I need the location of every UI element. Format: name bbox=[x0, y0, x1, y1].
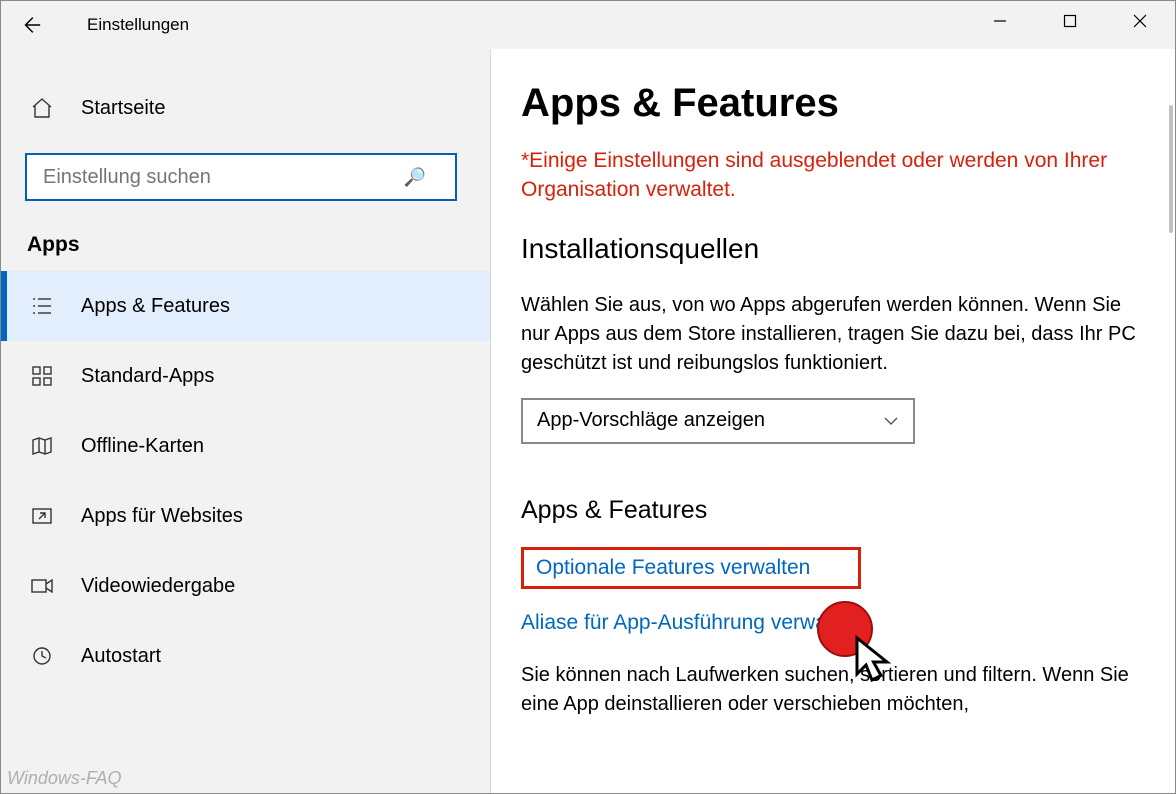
watermark: Windows-FAQ bbox=[7, 768, 122, 789]
highlight-annotation: Optionale Features verwalten bbox=[521, 547, 861, 589]
window-controls bbox=[965, 1, 1175, 41]
apps-features-description: Sie können nach Laufwerken suchen, sorti… bbox=[521, 661, 1137, 719]
list-icon bbox=[29, 293, 55, 319]
sidebar-item-apps-for-websites[interactable]: Apps für Websites bbox=[1, 481, 490, 551]
section-heading: Apps bbox=[1, 225, 490, 271]
sidebar-item-video-playback[interactable]: Videowiedergabe bbox=[1, 551, 490, 621]
window-title: Einstellungen bbox=[87, 15, 189, 35]
apps-features-heading: Apps & Features bbox=[521, 496, 1137, 525]
titlebar: Einstellungen bbox=[1, 1, 1175, 49]
home-label: Startseite bbox=[81, 97, 165, 120]
install-sources-description: Wählen Sie aus, von wo Apps abgerufen we… bbox=[521, 291, 1137, 378]
optional-features-link[interactable]: Optionale Features verwalten bbox=[536, 556, 810, 580]
sidebar-item-label: Offline-Karten bbox=[81, 435, 204, 458]
autostart-icon bbox=[29, 643, 55, 669]
content-area: Apps & Features *Einige Einstellungen si… bbox=[491, 49, 1175, 793]
close-button[interactable] bbox=[1105, 1, 1175, 41]
sidebar-item-label: Apps für Websites bbox=[81, 505, 243, 528]
install-sources-heading: Installationsquellen bbox=[521, 233, 1137, 265]
install-sources-dropdown[interactable]: App-Vorschläge anzeigen bbox=[521, 398, 915, 444]
maximize-button[interactable] bbox=[1035, 1, 1105, 41]
sidebar-item-autostart[interactable]: Autostart bbox=[1, 621, 490, 691]
page-title: Apps & Features bbox=[521, 81, 1137, 126]
chevron-down-icon bbox=[883, 413, 899, 429]
search-icon: 🔍 bbox=[404, 167, 426, 188]
search-container: 🔍 bbox=[25, 153, 466, 201]
home-link[interactable]: Startseite bbox=[1, 81, 490, 135]
sidebar-item-label: Apps & Features bbox=[81, 295, 230, 318]
home-icon bbox=[29, 95, 55, 121]
sidebar-item-offline-maps[interactable]: Offline-Karten bbox=[1, 411, 490, 481]
sidebar: Startseite 🔍 Apps Apps & Features Standa… bbox=[1, 49, 491, 793]
sidebar-item-label: Standard-Apps bbox=[81, 365, 214, 388]
org-policy-warning: *Einige Einstellungen sind ausgeblendet … bbox=[521, 146, 1131, 205]
sidebar-item-label: Autostart bbox=[81, 645, 161, 668]
map-icon bbox=[29, 433, 55, 459]
sidebar-item-apps-features[interactable]: Apps & Features bbox=[1, 271, 490, 341]
scrollbar-thumb[interactable] bbox=[1169, 105, 1173, 233]
minimize-button[interactable] bbox=[965, 1, 1035, 41]
app-alias-link[interactable]: Aliase für App-Ausführung verwalten bbox=[521, 611, 1137, 635]
back-button[interactable] bbox=[1, 1, 61, 49]
dropdown-value: App-Vorschläge anzeigen bbox=[537, 409, 765, 432]
sidebar-item-default-apps[interactable]: Standard-Apps bbox=[1, 341, 490, 411]
open-in-icon bbox=[29, 503, 55, 529]
sidebar-item-label: Videowiedergabe bbox=[81, 575, 235, 598]
defaults-icon bbox=[29, 363, 55, 389]
search-input[interactable] bbox=[25, 153, 457, 201]
video-icon bbox=[29, 573, 55, 599]
